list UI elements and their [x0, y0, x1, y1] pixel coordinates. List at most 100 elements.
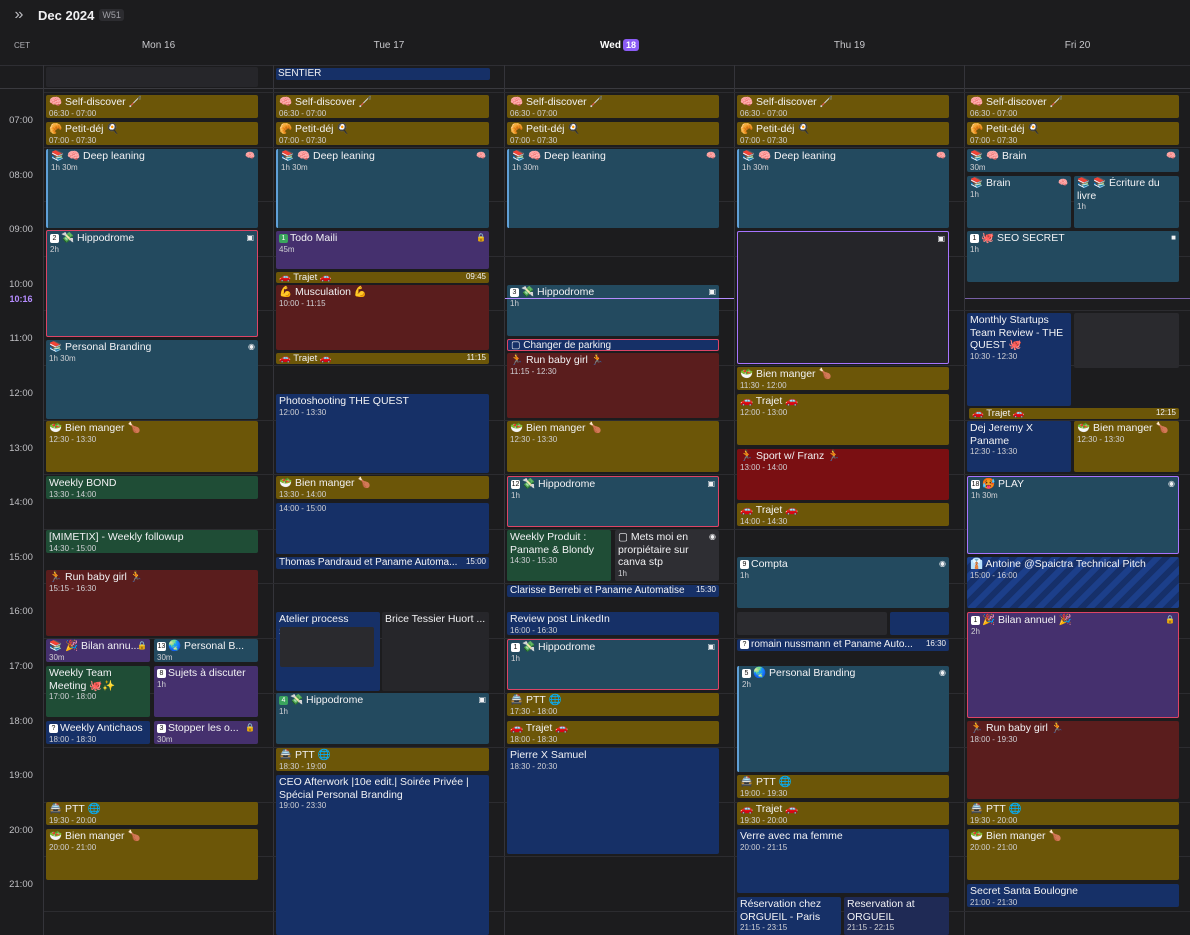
checkbox-icon[interactable]: ▢ — [618, 531, 631, 543]
event-trajet-2[interactable]: 🚗 Trajet 🚗 14:00 - 14:30 — [737, 503, 949, 526]
event-compta[interactable]: 9 Compta 1h ◉ — [737, 557, 949, 608]
event-trajet[interactable]: 🚗 Trajet 🚗 12:00 - 13:00 — [737, 394, 949, 445]
event-changer-de-parking[interactable]: ▢ Changer de parking — [507, 339, 719, 351]
event-ptt[interactable]: 🚔 PTT 🌐 18:30 - 19:00 — [276, 748, 489, 771]
event-dej-jeremy-x-paname[interactable]: Dej Jeremy X Paname 12:30 - 13:30 — [967, 421, 1071, 472]
event-petit-dej[interactable]: 🥐 Petit-déj 🍳 07:00 - 07:30 — [507, 122, 719, 145]
event-preview-block — [737, 612, 887, 635]
event-bilan-annuel[interactable]: 📚 🎉 Bilan annu... 30m 🔒 — [46, 639, 150, 662]
event-self-discover[interactable]: 🧠 Self-discover 🦯 06:30 - 07:00 — [276, 95, 489, 118]
day-header-mon[interactable]: Mon 16 — [44, 30, 273, 60]
event-petit-dej[interactable]: 🥐 Petit-déj 🍳 07:00 - 07:30 — [46, 122, 258, 145]
event-bien-manger[interactable]: 🥗 Bien manger 🍗 11:30 - 12:00 — [737, 367, 949, 390]
event-petit-dej[interactable]: 🥐 Petit-déj 🍳 07:00 - 07:30 — [967, 122, 1179, 145]
event-pierre-x-samuel[interactable]: Pierre X Samuel 18:30 - 20:30 — [507, 748, 719, 854]
event-reservation-orgueil-paris[interactable]: Réservation chez ORGUEIL - Paris 21:15 - … — [737, 897, 841, 935]
event-run-baby-girl[interactable]: 🏃 Run baby girl 🏃 11:15 - 12:30 — [507, 353, 719, 418]
event-ptt[interactable]: 🚔 PTT 🌐 17:30 - 18:00 — [507, 693, 719, 716]
event-brain[interactable]: 📚 🧠 Brain 30m 🧠 — [967, 149, 1179, 172]
allday-event-sentier[interactable]: SENTIER — [276, 68, 490, 80]
hour-label: 19:00 — [9, 770, 33, 781]
event-deep-leaning[interactable]: 📚 🧠 Deep leaning 1h 30m 🧠 — [507, 149, 719, 228]
event-personal-branding[interactable]: 📚 Personal Branding 1h 30m ◉ — [46, 340, 258, 419]
event-hippodrome-2[interactable]: 12 💸 Hippodrome 1h ▣ — [507, 476, 719, 527]
event-weekly-team-meeting[interactable]: Weekly Team Meeting 🐙✨ 17:00 - 18:00 — [46, 666, 150, 717]
event-personal-branding[interactable]: 5 🌏 Personal Branding 2h ◉ — [737, 666, 949, 772]
checkbox-icon[interactable]: ▢ — [511, 340, 523, 350]
brain-icon: 🧠 — [936, 151, 946, 160]
event-personal-b[interactable]: 13 🌏 Personal B... 30m — [154, 639, 258, 662]
event-clarisse-berrebi[interactable]: Clarisse Berrebi et Paname Automatise 15:… — [507, 585, 719, 597]
event-bien-manger[interactable]: 🥗 Bien manger 🍗 12:30 - 13:30 — [507, 421, 719, 472]
event-verre-avec-ma-femme[interactable]: Verre avec ma femme 20:00 - 21:15 — [737, 829, 949, 893]
event-ecriture-du-livre[interactable]: 📚 📚 Écriture du livre 1h — [1074, 176, 1179, 228]
event-deep-leaning[interactable]: 📚 🧠 Deep leaning 1h 30m 🧠 — [46, 149, 258, 228]
event-self-discover[interactable]: 🧠 Self-discover 🦯 06:30 - 07:00 — [737, 95, 949, 118]
day-header-wed[interactable]: Wed 18 — [505, 30, 734, 60]
event-preview-navy — [890, 612, 949, 635]
event-brice-tessier[interactable]: Brice Tessier Huort ... — [382, 612, 489, 691]
event-stopper-les[interactable]: 3 Stopper les o... 30m 🔒 — [154, 721, 258, 744]
event-todo-maili[interactable]: 1 Todo Maili 45m 🔒 — [276, 231, 489, 269]
event-brain-2[interactable]: 📚 Brain 1h 🧠 — [967, 176, 1071, 228]
calendar-icon: ▣ — [707, 642, 715, 651]
event-review-post-linkedin[interactable]: Review post LinkedIn 16:00 - 16:30 — [507, 612, 719, 635]
event-weekly-produit[interactable]: Weekly Produit : Paname & Blondy 14:30 - … — [507, 530, 611, 581]
month-title[interactable]: Dec 2024 — [38, 8, 94, 23]
event-run-baby-girl[interactable]: 🏃 Run baby girl 🏃 18:00 - 19:30 — [967, 721, 1179, 799]
event-trajet-2[interactable]: 🚗 Trajet 🚗 11:15 — [276, 353, 489, 364]
event-bien-manger-evening[interactable]: 🥗 Bien manger 🍗 20:00 - 21:00 — [967, 829, 1179, 880]
event-thomas-pandraud[interactable]: Thomas Pandraud et Paname Automa... 15:00 — [276, 557, 489, 569]
event-hippodrome-3[interactable]: 1 💸 Hippodrome 1h ▣ — [507, 639, 719, 690]
event-hippodrome[interactable]: 4 💸 Hippodrome 1h ▣ — [276, 693, 489, 744]
event-untitled-meeting[interactable]: 14:00 - 15:00 — [276, 503, 489, 554]
event-run-baby-girl[interactable]: 🏃 Run baby girl 🏃 15:15 - 16:30 — [46, 570, 258, 636]
event-ptt[interactable]: 🚔 PTT 🌐 19:00 - 19:30 — [737, 775, 949, 798]
event-musculation[interactable]: 💪 Musculation 💪 10:00 - 11:15 — [276, 285, 489, 350]
event-photoshooting-the-quest[interactable]: Photoshooting THE QUEST 12:00 - 13:30 — [276, 394, 489, 473]
event-secret-santa-boulogne[interactable]: Secret Santa Boulogne 21:00 - 21:30 — [967, 884, 1179, 907]
event-self-discover[interactable]: 🧠 Self-discover 🦯 06:30 - 07:00 — [507, 95, 719, 118]
event-ptt[interactable]: 🚔 PTT 🌐 19:30 - 20:00 — [967, 802, 1179, 825]
day-header-thu[interactable]: Thu 19 — [735, 30, 964, 60]
event-monthly-startups-review[interactable]: Monthly Startups Team Review - THE QUEST… — [967, 313, 1071, 406]
event-sport-w-franz[interactable]: 🏃 Sport w/ Franz 🏃 13:00 - 14:00 — [737, 449, 949, 500]
col-divider — [734, 65, 735, 935]
event-mets-moi-en-proprietaire[interactable]: ▢ Mets moi en prorpiétaire sur canva stp… — [615, 530, 719, 581]
event-sujets-a-discuter[interactable]: 8 Sujets à discuter 1h — [154, 666, 258, 717]
event-petit-dej[interactable]: 🥐 Petit-déj 🍳 07:00 - 07:30 — [276, 122, 489, 145]
event-self-discover[interactable]: 🧠 Self-discover 🦯 06:30 - 07:00 — [967, 95, 1179, 118]
bulb-icon: ◉ — [1168, 479, 1175, 488]
event-trajet[interactable]: 🚗 Trajet 🚗 18:00 - 18:30 — [507, 721, 719, 744]
day-header-fri[interactable]: Fri 20 — [965, 30, 1190, 60]
event-ceo-afterwork[interactable]: CEO Afterwork |10e edit.| Soirée Privée … — [276, 775, 489, 935]
event-ptt[interactable]: 🚔 PTT 🌐 19:30 - 20:00 — [46, 802, 258, 825]
event-deep-leaning[interactable]: 📚 🧠 Deep leaning 1h 30m 🧠 — [737, 149, 949, 228]
double-chevron-right-icon[interactable]: » — [4, 0, 34, 30]
event-trajet[interactable]: 🚗 Trajet 🚗 09:45 — [276, 272, 489, 283]
event-weekly-bond[interactable]: Weekly BOND 13:30 - 14:00 — [46, 476, 258, 499]
event-hippodrome[interactable]: 3 💸 Hippodrome 1h ▣ — [507, 285, 719, 336]
event-seo-secret[interactable]: 1 🐙 SEO SECRET 1h ■ — [967, 231, 1179, 282]
event-deep-leaning[interactable]: 📚 🧠 Deep leaning 1h 30m 🧠 — [276, 149, 489, 228]
event-reservation-at-orgueil[interactable]: Reservation at ORGUEIL 21:15 - 22:15 — [844, 897, 949, 935]
event-romain-nussmann[interactable]: ? romain nussmann et Paname Auto... 16:30 — [737, 639, 949, 651]
col-divider — [964, 65, 965, 935]
event-trajet[interactable]: 🚗 Trajet 🚗 12:15 — [969, 408, 1179, 419]
event-bien-manger[interactable]: 🥗 Bien manger 🍗 13:30 - 14:00 — [276, 476, 489, 499]
event-selected-empty-block[interactable]: ▣ — [737, 231, 949, 364]
event-petit-dej[interactable]: 🥐 Petit-déj 🍳 07:00 - 07:30 — [737, 122, 949, 145]
event-bien-manger[interactable]: 🥗 Bien manger 🍗 12:30 - 13:30 — [46, 421, 258, 472]
event-trajet-3[interactable]: 🚗 Trajet 🚗 19:30 - 20:00 — [737, 802, 949, 825]
event-mimetix-followup[interactable]: [MIMETIX] - Weekly followup 14:30 - 15:00 — [46, 530, 258, 553]
allday-mon-block — [46, 67, 258, 87]
event-antoine-technical-pitch[interactable]: 👔 Antoine @Spaictra Technical Pitch 15:00… — [967, 557, 1179, 608]
event-bien-manger[interactable]: 🥗 Bien manger 🍗 12:30 - 13:30 — [1074, 421, 1179, 472]
event-hippodrome[interactable]: 2 💸 Hippodrome 2h ▣ — [46, 230, 258, 337]
event-self-discover[interactable]: 🧠 Self-discover 🦯 06:30 - 07:00 — [46, 95, 258, 118]
event-bien-manger-evening[interactable]: 🥗 Bien manger 🍗 20:00 - 21:00 — [46, 829, 258, 880]
day-header-tue[interactable]: Tue 17 — [274, 30, 504, 60]
event-play[interactable]: 18 🥵 PLAY 1h 30m ◉ — [967, 476, 1179, 554]
event-weekly-antichaos[interactable]: ? Weekly Antichaos 18:00 - 18:30 — [46, 721, 150, 744]
event-bilan-annuel[interactable]: 1 🎉 Bilan annuel 🎉 2h 🔒 — [967, 612, 1179, 718]
